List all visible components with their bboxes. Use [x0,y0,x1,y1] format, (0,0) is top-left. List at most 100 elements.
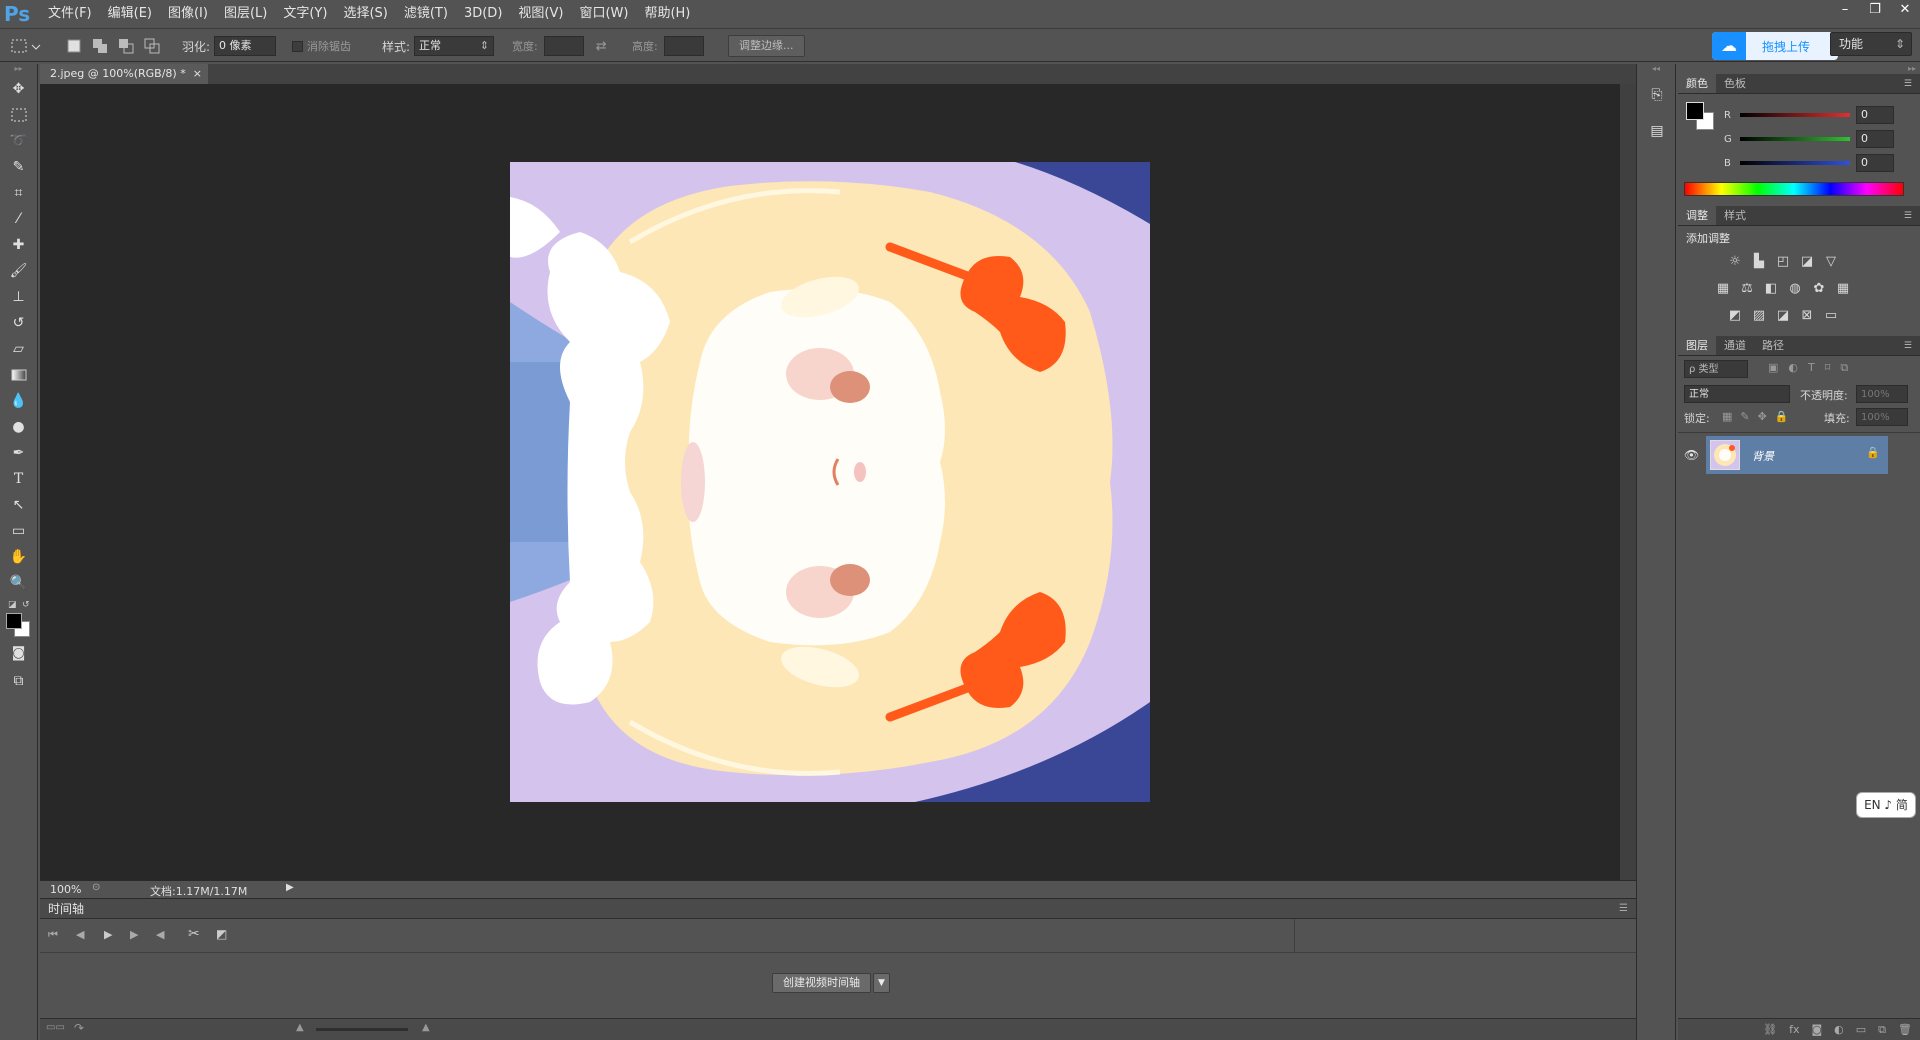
menu-window[interactable]: 窗口(W) [571,0,636,28]
transition-icon[interactable]: ◩ [216,927,227,941]
lock-position-icon[interactable]: ✥ [1758,410,1767,423]
status-menu-arrow-icon[interactable]: ▶ [286,882,294,893]
height-input[interactable] [663,36,704,56]
filter-type-icon[interactable]: T [1808,361,1815,375]
dodge-tool-icon[interactable]: ● [8,416,30,438]
blue-slider[interactable] [1740,161,1850,165]
threshold-icon[interactable]: ◪ [1774,308,1792,324]
eye-icon[interactable]: 👁 [1684,448,1699,462]
path-select-tool-icon[interactable]: ↖ [8,494,30,516]
prev-frame-icon[interactable]: ◀ [76,928,84,941]
menu-image[interactable]: 图像(I) [160,0,216,28]
close-tab-icon[interactable]: × [193,64,202,84]
green-slider[interactable] [1740,137,1850,141]
red-value-input[interactable]: 0 [1856,106,1894,124]
lasso-tool-icon[interactable]: ➰ [8,130,30,152]
channel-mixer-icon[interactable]: ✿ [1810,281,1828,297]
create-video-timeline-button[interactable]: 创建视频时间轴 [772,973,871,993]
link-layers-icon[interactable]: ⛓ [1763,1023,1777,1036]
lock-pixels-icon[interactable]: ✎ [1740,410,1749,423]
antialias-checkbox[interactable] [292,40,303,52]
layer-filter-select[interactable]: ρ 类型 [1684,360,1748,378]
hand-tool-icon[interactable]: ✋ [8,546,30,568]
tab-adjustments[interactable]: 调整 [1678,206,1716,225]
stamp-tool-icon[interactable]: ⊥ [8,286,30,308]
panel-menu-icon[interactable]: ☰ [1896,336,1920,355]
split-icon[interactable]: ✂ [188,926,200,942]
green-value-input[interactable]: 0 [1856,130,1894,148]
filter-pixel-icon[interactable]: ▣ [1768,361,1778,375]
tab-paths[interactable]: 路径 [1754,336,1792,355]
render-icon[interactable]: ↷ [74,1021,84,1035]
menu-type[interactable]: 文字(Y) [275,0,335,28]
delete-layer-icon[interactable]: 🗑 [1898,1023,1912,1036]
red-slider[interactable] [1740,113,1850,117]
foreground-color-swatch[interactable] [6,613,22,629]
pen-tool-icon[interactable]: ✒ [8,442,30,464]
eraser-tool-icon[interactable]: ▱ [8,338,30,360]
menu-file[interactable]: 文件(F) [40,0,100,28]
move-tool-icon[interactable]: ✥ [8,78,30,100]
filter-adjust-icon[interactable]: ◐ [1788,361,1798,375]
frame-mode-icon[interactable]: ▭▭ [46,1022,65,1033]
posterize-icon[interactable]: ▨ [1750,308,1768,324]
selective-color-icon[interactable]: ⊠ [1798,308,1816,324]
menu-help[interactable]: 帮助(H) [636,0,698,28]
width-input[interactable] [543,36,584,56]
panel-menu-icon[interactable]: ☰ [1896,206,1920,225]
ime-indicator[interactable]: EN ♪ 简 [1856,792,1916,818]
vertical-scrollbar[interactable] [1620,84,1636,880]
tab-layers[interactable]: 图层 [1678,336,1716,355]
brightness-icon[interactable]: ☼ [1726,254,1744,270]
add-selection-icon[interactable] [90,37,110,55]
quick-select-tool-icon[interactable]: ✎ [8,156,30,178]
canvas-area[interactable] [40,84,1620,880]
panel-grip[interactable]: ▸▸ [1678,64,1920,74]
gradient-tool-icon[interactable] [8,364,30,386]
color-spectrum-ramp[interactable] [1684,182,1904,196]
blur-tool-icon[interactable]: 💧 [8,390,30,412]
new-selection-icon[interactable] [64,37,84,55]
foreground-color-swatch[interactable] [1686,102,1704,120]
subtract-selection-icon[interactable] [116,37,136,55]
opacity-input[interactable]: 100% [1856,385,1908,403]
style-select[interactable]: 正常 ⇕ [414,36,495,56]
tab-swatches[interactable]: 色板 [1716,74,1754,93]
play-icon[interactable]: ▶ [104,928,112,941]
timeline-zoom-slider[interactable] [316,1028,408,1031]
panel-menu-icon[interactable]: ☰ [1896,74,1920,93]
menu-view[interactable]: 视图(V) [510,0,571,28]
workspace-select[interactable]: 功能 ⇕ [1830,32,1912,56]
gradient-map-icon[interactable]: ▭ [1822,308,1840,324]
toolbox-grip[interactable]: ▸▸ [0,64,37,74]
close-button[interactable]: ✕ [1890,0,1920,20]
marquee-preset[interactable] [6,29,42,63]
tab-channels[interactable]: 通道 [1716,336,1754,355]
refine-edge-button[interactable]: 调整边缘... [728,35,805,57]
drag-upload-button[interactable]: ☁ 拖拽上传 [1712,32,1838,60]
next-frame-icon[interactable]: ▶ [130,928,138,941]
document-tab[interactable]: 2.jpeg @ 100%(RGB/8) * × [40,64,208,84]
audio-icon[interactable]: ◀ [156,928,164,941]
black-white-icon[interactable]: ◧ [1762,281,1780,297]
crop-tool-icon[interactable]: ⌗ [8,182,30,204]
color-balance-icon[interactable]: ⚖ [1738,281,1756,297]
intersect-selection-icon[interactable] [142,37,162,55]
properties-panel-icon[interactable]: ▤ [1646,120,1668,142]
layer-style-icon[interactable]: fx [1789,1023,1799,1036]
vibrance-icon[interactable]: ▽ [1822,254,1840,270]
minimize-button[interactable]: – [1830,0,1860,20]
lock-transparent-icon[interactable]: ▦ [1722,410,1732,423]
history-panel-icon[interactable]: ⎘ [1646,84,1668,106]
first-frame-icon[interactable]: ⏮ [48,928,58,942]
menu-edit[interactable]: 编辑(E) [100,0,160,28]
zoom-level[interactable]: 100% [50,883,81,896]
type-tool-icon[interactable]: T [8,468,30,490]
blue-value-input[interactable]: 0 [1856,154,1894,172]
add-mask-icon[interactable]: ◙ [1811,1023,1822,1036]
menu-select[interactable]: 选择(S) [335,0,395,28]
swap-colors-icon[interactable]: ↺ [22,600,30,610]
new-adjustment-icon[interactable]: ◐ [1834,1023,1844,1036]
tab-color[interactable]: 颜色 [1678,74,1716,93]
filter-smart-icon[interactable]: ⧉ [1840,361,1848,375]
